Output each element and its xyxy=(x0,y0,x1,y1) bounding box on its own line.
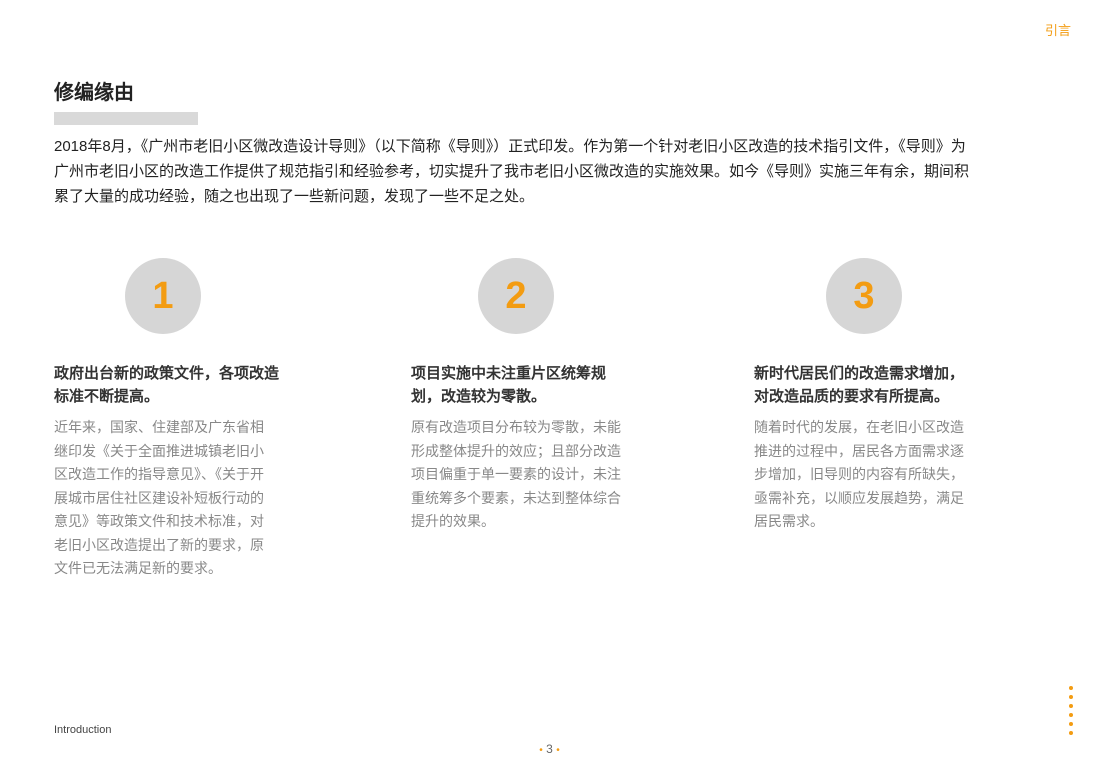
card-body-1: 近年来，国家、住建部及广东省相继印发《关于全面推进城镇老旧小区改造工作的指导意见… xyxy=(54,419,264,576)
section-tag: 引言 xyxy=(1044,23,1071,38)
number-badge-1: 1 xyxy=(125,258,201,334)
card-heading-3: 新时代居民们的改造需求增加，对改造品质的要求有所提高。 xyxy=(754,365,965,405)
page-number: • 3 • xyxy=(0,742,1099,756)
footer-label: Introduction xyxy=(54,724,112,736)
card-heading-1: 政府出台新的政策文件，各项改造标准不断提高。 xyxy=(54,365,280,405)
page-title: 修编缘由 xyxy=(54,82,134,104)
intro-paragraph: 2018年8月，《广州市老旧小区微改造设计导则》（以下简称《导则》）正式印发。作… xyxy=(54,138,970,205)
title-underline xyxy=(54,112,198,125)
page-number-value: 3 xyxy=(546,742,553,756)
decorative-dots-icon xyxy=(1069,686,1073,740)
page-dot-right-icon: • xyxy=(556,745,560,756)
number-badge-3: 3 xyxy=(826,258,902,334)
page-dot-left-icon: • xyxy=(539,745,543,756)
card-body-3: 随着时代的发展，在老旧小区改造推进的过程中，居民各方面需求逐步增加，旧导则的内容… xyxy=(754,419,964,529)
card-heading-2: 项目实施中未注重片区统筹规划，改造较为零散。 xyxy=(411,365,607,405)
card-body-2: 原有改造项目分布较为零散，未能形成整体提升的效应；且部分改造项目偏重于单一要素的… xyxy=(411,419,621,529)
number-badge-2: 2 xyxy=(478,258,554,334)
